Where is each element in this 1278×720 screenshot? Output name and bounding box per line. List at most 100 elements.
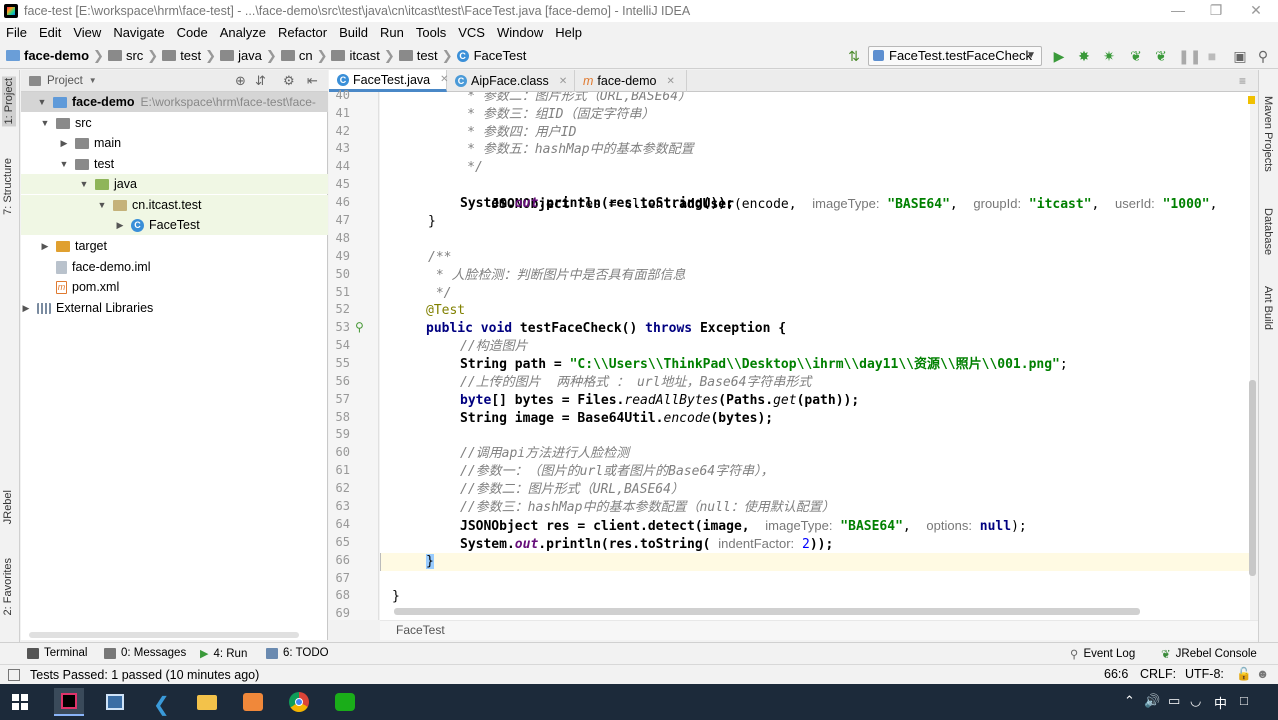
inspector-icon[interactable]: ☻ bbox=[1256, 667, 1269, 681]
expand-arrow-icon[interactable]: ▼ bbox=[95, 200, 109, 210]
battery-icon[interactable]: ▭ bbox=[1168, 693, 1180, 709]
editor-horizontal-scrollbar[interactable] bbox=[394, 608, 1140, 615]
minimize-icon[interactable]: — bbox=[1158, 0, 1198, 22]
vscode-taskbar-icon[interactable]: ❮ bbox=[146, 688, 176, 716]
window-app-taskbar-icon[interactable] bbox=[100, 688, 130, 716]
status-message[interactable]: Tests Passed: 1 passed (10 minutes ago) bbox=[30, 668, 259, 682]
breadcrumb-test[interactable]: test ❯ bbox=[162, 48, 216, 64]
tool-tab-favorites[interactable]: 2: Favorites bbox=[2, 558, 14, 615]
wechat-taskbar-icon[interactable] bbox=[330, 688, 360, 716]
project-view-select[interactable]: Project bbox=[47, 75, 83, 87]
menu-vcs[interactable]: VCS bbox=[452, 25, 491, 40]
run-test-gutter-icon[interactable]: ⚲ bbox=[355, 320, 364, 334]
menu-run[interactable]: Run bbox=[374, 25, 410, 40]
tree-item-main[interactable]: ▶ main bbox=[21, 133, 328, 153]
pause-icon[interactable]: ❚❚ bbox=[1178, 47, 1201, 65]
jrebel-console-button[interactable]: ❦ JRebel Console bbox=[1161, 647, 1257, 661]
maximize-icon[interactable]: ❐ bbox=[1196, 0, 1236, 22]
settings-gear-icon[interactable]: ⚙ bbox=[283, 73, 295, 89]
tree-item-target[interactable]: ▶ target bbox=[21, 236, 328, 256]
tray-expand-icon[interactable]: ⌃ bbox=[1124, 693, 1135, 709]
tab-aipface-class[interactable]: C AipFace.class ✕ bbox=[447, 70, 575, 92]
stop-icon[interactable]: ■ bbox=[1203, 47, 1221, 65]
scroll-from-source-icon[interactable]: ⊕ bbox=[235, 73, 246, 89]
terminal-tool-button[interactable]: Terminal bbox=[27, 647, 87, 659]
tree-item-external-libraries[interactable]: ▶ External Libraries bbox=[21, 298, 328, 318]
run-configuration-select[interactable]: FaceTest.testFaceCheck ▼ bbox=[868, 46, 1042, 66]
windows-start-icon[interactable] bbox=[12, 694, 28, 710]
menu-window[interactable]: Window bbox=[491, 25, 549, 40]
editor-breadcrumb[interactable]: FaceTest bbox=[380, 620, 1258, 640]
collapse-arrow-icon[interactable]: ▶ bbox=[38, 241, 52, 252]
tree-item-iml[interactable]: face-demo.iml bbox=[21, 257, 328, 277]
menu-refactor[interactable]: Refactor bbox=[272, 25, 333, 40]
network-icon[interactable]: ◡ bbox=[1190, 693, 1201, 709]
tool-tab-ant-build[interactable]: Ant Build bbox=[1262, 286, 1274, 330]
editor-gutter[interactable]: 40 41 42 43 44 45 46 47 48 49 50 51 52 5… bbox=[329, 88, 379, 620]
caret-position[interactable]: 66:6 bbox=[1104, 667, 1128, 681]
menu-tools[interactable]: Tools bbox=[410, 25, 452, 40]
build-hammer-icon[interactable]: ⇅ bbox=[845, 47, 863, 65]
tree-item-test[interactable]: ▼ test bbox=[21, 154, 328, 174]
tree-item-pom[interactable]: m pom.xml bbox=[21, 277, 328, 297]
run-tool-button[interactable]: ▶ 4: Run bbox=[200, 647, 247, 661]
menu-edit[interactable]: Edit bbox=[33, 25, 67, 40]
tab-list-icon[interactable]: ≡ bbox=[1239, 74, 1246, 88]
tool-tab-database[interactable]: Database bbox=[1262, 208, 1274, 255]
menu-help[interactable]: Help bbox=[549, 25, 588, 40]
tool-tab-structure[interactable]: 7: Structure bbox=[2, 158, 14, 215]
line-separator[interactable]: CRLF: bbox=[1140, 667, 1176, 681]
collapse-arrow-icon[interactable]: ▶ bbox=[21, 303, 33, 314]
breadcrumb-face-demo[interactable]: face-demo ❯ bbox=[6, 48, 104, 64]
tool-tab-maven[interactable]: Maven Projects bbox=[1262, 96, 1274, 172]
jrebel-run-icon[interactable]: ❦ bbox=[1127, 47, 1145, 65]
tool-tab-jrebel[interactable]: JRebel bbox=[2, 490, 14, 524]
tree-item-facetest[interactable]: ▶ C FaceTest bbox=[21, 215, 328, 235]
breadcrumb-src[interactable]: src ❯ bbox=[107, 48, 158, 64]
expand-arrow-icon[interactable]: ▼ bbox=[35, 97, 49, 107]
tree-item-src[interactable]: ▼ src bbox=[21, 113, 328, 133]
expand-arrow-icon[interactable]: ▼ bbox=[57, 159, 71, 169]
editor-vertical-scrollbar[interactable] bbox=[1249, 380, 1256, 576]
app-orange-taskbar-icon[interactable] bbox=[238, 688, 268, 716]
breadcrumb-cn[interactable]: cn ❯ bbox=[280, 48, 327, 64]
lock-icon[interactable]: 🔓 bbox=[1236, 667, 1252, 682]
menu-navigate[interactable]: Navigate bbox=[107, 25, 170, 40]
breadcrumb-facetest[interactable]: C FaceTest bbox=[456, 48, 526, 63]
breadcrumb-itcast[interactable]: itcast ❯ bbox=[331, 48, 395, 64]
tree-item-face-demo[interactable]: ▼ face-demo E:\workspace\hrm\face-test\f… bbox=[21, 92, 328, 112]
messages-tool-button[interactable]: 0: Messages bbox=[104, 647, 186, 659]
tool-windows-icon[interactable] bbox=[8, 668, 20, 681]
jrebel-debug-icon[interactable]: ❦ bbox=[1152, 47, 1170, 65]
todo-tool-button[interactable]: 6: TODO bbox=[266, 647, 329, 659]
tree-item-package[interactable]: ▼ cn.itcast.test bbox=[21, 195, 328, 215]
debug-icon[interactable]: ✸ bbox=[1075, 47, 1093, 65]
collapse-arrow-icon[interactable]: ▶ bbox=[113, 220, 127, 231]
chrome-taskbar-icon[interactable] bbox=[284, 688, 314, 716]
collapse-arrow-icon[interactable]: ▶ bbox=[57, 138, 71, 149]
menu-analyze[interactable]: Analyze bbox=[214, 25, 272, 40]
expand-arrow-icon[interactable]: ▼ bbox=[38, 118, 52, 128]
tree-item-java[interactable]: ▼ java bbox=[21, 174, 328, 194]
event-log-button[interactable]: ⚲ Event Log bbox=[1070, 647, 1135, 661]
intellij-taskbar-icon[interactable] bbox=[54, 688, 84, 716]
close-tab-icon[interactable]: ✕ bbox=[559, 76, 567, 87]
menu-file[interactable]: File bbox=[0, 25, 33, 40]
breadcrumb-test-pkg[interactable]: test ❯ bbox=[398, 48, 453, 64]
collapse-all-icon[interactable]: ⇵ bbox=[255, 73, 266, 89]
volume-icon[interactable]: 🔊 bbox=[1144, 693, 1160, 709]
notification-icon[interactable]: □ bbox=[1240, 693, 1248, 708]
tool-tab-project[interactable]: 1: Project bbox=[2, 76, 16, 127]
search-everywhere-icon[interactable]: ⚲ bbox=[1254, 47, 1272, 65]
warning-stripe-icon[interactable] bbox=[1248, 96, 1255, 104]
menu-view[interactable]: View bbox=[67, 25, 107, 40]
project-structure-icon[interactable]: ▣ bbox=[1231, 47, 1249, 65]
hide-panel-icon[interactable]: ⇤ bbox=[307, 73, 318, 89]
expand-arrow-icon[interactable]: ▼ bbox=[77, 179, 91, 189]
file-encoding[interactable]: UTF-8: bbox=[1185, 667, 1224, 681]
file-explorer-taskbar-icon[interactable] bbox=[192, 688, 222, 716]
tab-face-demo[interactable]: m face-demo ✕ bbox=[575, 70, 687, 92]
close-icon[interactable]: ✕ bbox=[1236, 0, 1276, 22]
menu-code[interactable]: Code bbox=[171, 25, 214, 40]
code-editor[interactable]: * 参数二：图片形式（URL,BASE64） * 参数三：组ID（固定字符串） … bbox=[380, 92, 1250, 620]
